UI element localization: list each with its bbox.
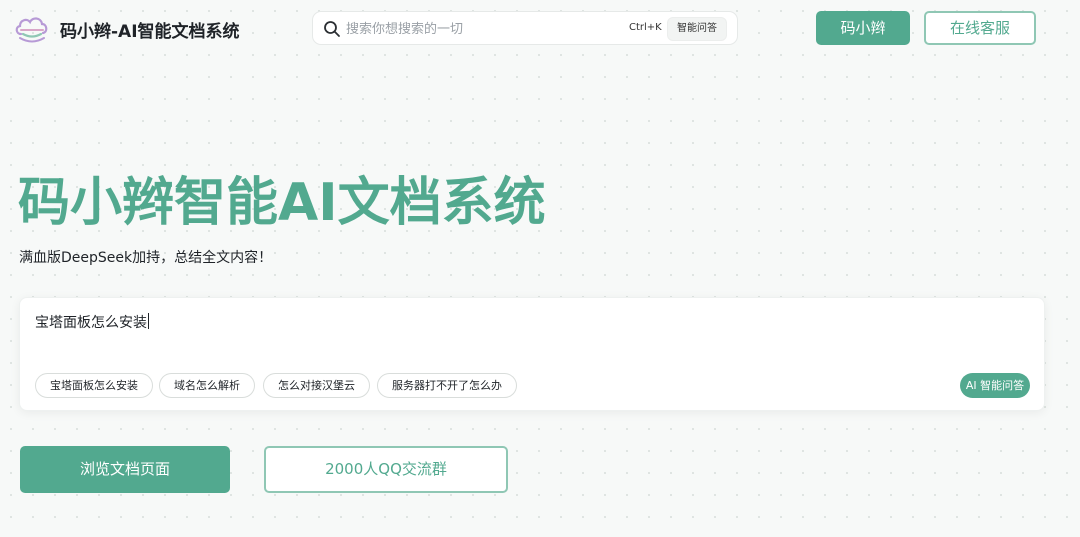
maxiaobian-button[interactable]: 码小辫 [816,11,910,45]
search-shortcut-hint: Ctrl+K [629,22,662,33]
ai-qa-submit-button[interactable]: AI 智能问答 [960,373,1030,398]
browse-docs-button[interactable]: 浏览文档页面 [20,446,230,493]
search-bar[interactable]: Ctrl+K 智能问答 [312,11,738,45]
search-icon [323,20,341,38]
qq-group-button[interactable]: 2000人QQ交流群 [264,446,508,493]
smart-qa-chip[interactable]: 智能问答 [667,17,727,41]
suggestion-chip[interactable]: 服务器打不开了怎么办 [377,373,517,398]
hero-subtitle: 满血版DeepSeek加持，总结全文内容！ [19,250,273,266]
cloud-logo-icon[interactable] [13,12,51,46]
search-input[interactable] [346,18,626,40]
prompt-input-value: 宝塔面板怎么安装 [35,315,147,331]
prompt-input[interactable]: 宝塔面板怎么安装 [35,312,935,336]
suggestion-chip[interactable]: 域名怎么解析 [159,373,255,398]
hero-title: 码小辫智能AI文档系统 [18,173,546,233]
top-header: 码小辫-AI智能文档系统 Ctrl+K 智能问答 码小辫 在线客服 [0,0,1080,58]
brand-title[interactable]: 码小辫-AI智能文档系统 [60,17,240,42]
text-caret [148,313,149,329]
suggestion-chip[interactable]: 宝塔面板怎么安装 [35,373,153,398]
suggestion-chip[interactable]: 怎么对接汉堡云 [263,373,370,398]
ai-prompt-card: 宝塔面板怎么安装 宝塔面板怎么安装 域名怎么解析 怎么对接汉堡云 服务器打不开了… [19,297,1045,411]
online-support-button[interactable]: 在线客服 [924,11,1036,45]
